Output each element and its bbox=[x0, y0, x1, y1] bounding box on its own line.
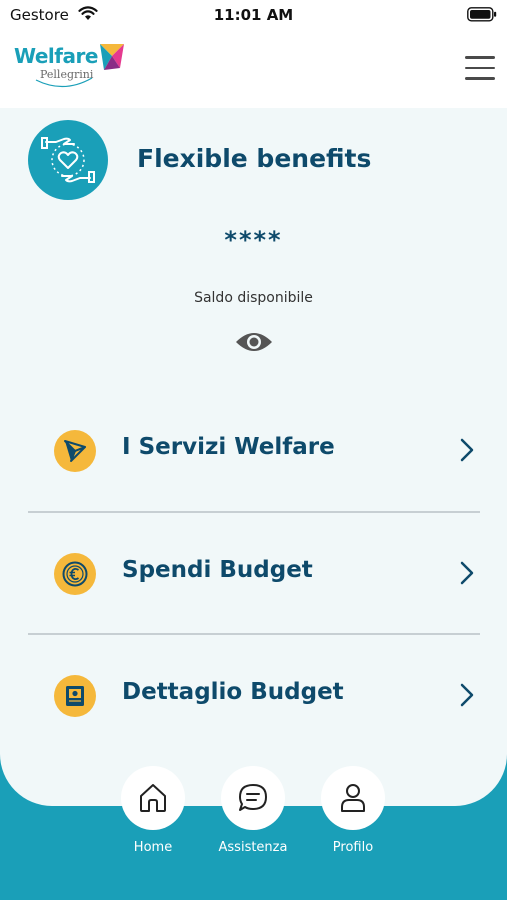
status-time: 11:01 AM bbox=[213, 6, 294, 24]
main-card: Flexible benefits **** Saldo disponibile… bbox=[0, 108, 507, 806]
chat-icon bbox=[221, 766, 285, 830]
nav-assistenza[interactable]: Assistenza bbox=[208, 766, 298, 866]
nav-label: Profilo bbox=[332, 840, 374, 855]
menu-row-dettaglio-budget[interactable]: Dettaglio Budget bbox=[28, 635, 480, 757]
menu-row-label: I Servizi Welfare bbox=[122, 434, 335, 460]
home-icon bbox=[121, 766, 185, 830]
battery-icon bbox=[467, 7, 497, 26]
status-bar: Gestore 11:01 AM bbox=[0, 0, 507, 32]
eye-icon[interactable] bbox=[234, 328, 274, 356]
nav-label: Home bbox=[133, 840, 173, 855]
page-title: Flexible benefits bbox=[137, 144, 372, 173]
nav-home[interactable]: Home bbox=[108, 766, 198, 866]
kite-icon bbox=[54, 430, 96, 472]
balance-value: **** bbox=[224, 226, 283, 254]
welfare-logo: Welfare Pellegrini bbox=[14, 42, 134, 98]
chevron-right-icon bbox=[460, 683, 474, 711]
menu-row-label: Spendi Budget bbox=[122, 557, 313, 583]
logo-arc-icon bbox=[35, 77, 93, 88]
user-icon bbox=[321, 766, 385, 830]
menu-row-label: Dettaglio Budget bbox=[122, 679, 344, 705]
logo-kite-icon bbox=[100, 44, 124, 70]
logo-wordmark: Welfare bbox=[14, 44, 98, 68]
balance-label: Saldo disponibile bbox=[194, 290, 313, 306]
hamburger-menu-icon[interactable] bbox=[465, 56, 495, 82]
chevron-right-icon bbox=[460, 561, 474, 589]
menu-row-servizi-welfare[interactable]: I Servizi Welfare bbox=[28, 390, 480, 512]
app-header: Welfare Pellegrini bbox=[0, 32, 507, 108]
chevron-right-icon bbox=[460, 438, 474, 466]
nav-label: Assistenza bbox=[218, 840, 288, 855]
nav-profilo[interactable]: Profilo bbox=[308, 766, 398, 866]
budget-book-icon bbox=[54, 675, 96, 717]
euro-coin-icon bbox=[54, 553, 96, 595]
menu-row-spendi-budget[interactable]: Spendi Budget bbox=[28, 513, 480, 635]
hands-heart-icon bbox=[28, 120, 108, 200]
